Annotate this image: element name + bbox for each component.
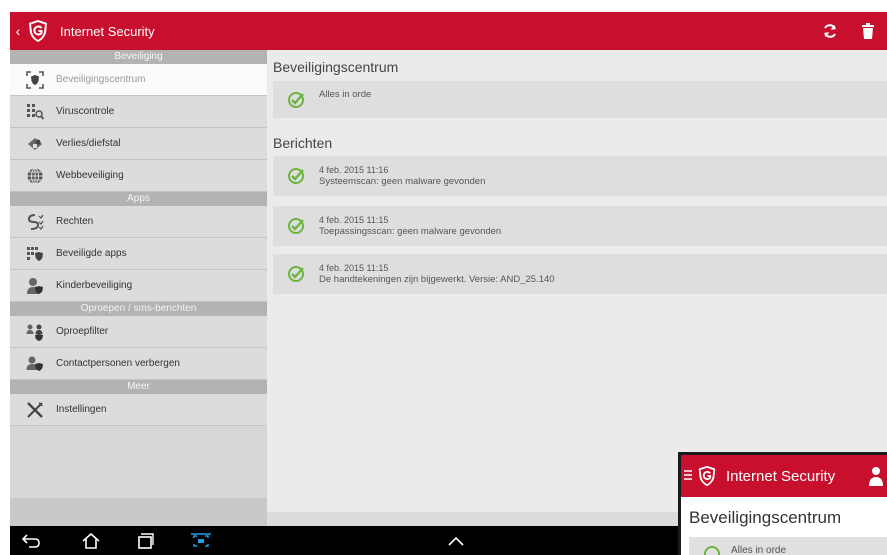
message-date: 4 feb. 2015 11:15: [319, 263, 389, 273]
gdata-logo-icon[interactable]: [696, 465, 718, 487]
sidebar-item-beveiligde-apps[interactable]: Beveiligde apps: [10, 238, 267, 270]
trash-icon[interactable]: [857, 20, 879, 42]
phone-status-text: Alles in orde: [731, 544, 787, 555]
virus-scan-icon: [26, 103, 44, 121]
hide-contacts-icon: [26, 355, 44, 373]
sidebar-header-oproepen: Oproepen / sms-berichten: [10, 302, 267, 316]
sidebar-item-beveiligingscentrum[interactable]: Beveiligingscentrum: [10, 64, 267, 96]
sidebar-footer: [10, 498, 267, 526]
app-bar: ‹ Internet Security: [10, 12, 887, 50]
sidebar-item-label: Beveiligde apps: [56, 248, 127, 259]
profile-action-icon[interactable]: [867, 466, 885, 486]
message-text: Systeemscan: geen malware gevonden: [319, 176, 486, 187]
sidebar-item-contactpersonen-verbergen[interactable]: Contactpersonen verbergen: [10, 348, 267, 380]
sidebar-header-apps: Apps: [10, 192, 267, 206]
sidebar-item-label: Beveiligingscentrum: [56, 74, 146, 85]
status-card[interactable]: Alles in orde: [273, 81, 887, 118]
message-card[interactable]: 4 feb. 2015 11:15 Toepassingsscan: geen m…: [273, 206, 887, 246]
message-date: 4 feb. 2015 11:16: [319, 165, 389, 175]
message-date: 4 feb. 2015 11:15: [319, 215, 389, 225]
sidebar: Beveiliging Beveiligingscentrum Viruscon…: [10, 50, 267, 526]
sidebar-item-label: Verlies/diefstal: [56, 138, 121, 149]
message-card[interactable]: 4 feb. 2015 11:16 Systeemscan: geen malwa…: [273, 156, 887, 196]
recent-apps-icon[interactable]: [134, 531, 156, 551]
status-text: Alles in orde: [319, 88, 372, 100]
sidebar-item-label: Oproepfilter: [56, 326, 109, 337]
sidebar-item-rechten[interactable]: Rechten: [10, 206, 267, 238]
check-icon: [288, 218, 304, 234]
check-icon: [288, 266, 304, 282]
sidebar-item-label: Contactpersonen verbergen: [56, 358, 180, 369]
sidebar-item-viruscontrole[interactable]: Viruscontrole: [10, 96, 267, 128]
sidebar-item-label: Rechten: [56, 216, 94, 227]
sidebar-item-label: Viruscontrole: [56, 106, 115, 117]
permissions-icon: [26, 213, 44, 231]
message-text: Toepassingsscan: geen malware gevonden: [319, 226, 502, 237]
sidebar-item-verlies-diefstal[interactable]: Verlies/diefstal: [10, 128, 267, 160]
child-protection-icon: [26, 277, 44, 295]
gdata-logo-icon[interactable]: [26, 19, 50, 43]
globe-icon: [26, 167, 44, 185]
sidebar-item-kinderbeveiliging[interactable]: Kinderbeveiliging: [10, 270, 267, 302]
sidebar-header-beveiliging: Beveiliging: [10, 50, 267, 64]
call-filter-icon: [26, 323, 44, 341]
phone-app-bar: Internet Security: [681, 455, 887, 497]
sidebar-header-meer: Meer: [10, 380, 267, 394]
back-chevron-icon[interactable]: ‹: [12, 23, 24, 39]
sidebar-item-label: Instellingen: [56, 404, 107, 415]
refresh-icon[interactable]: [819, 20, 841, 42]
settings-tools-icon: [26, 401, 44, 419]
check-icon: [288, 91, 304, 108]
phone-section-title: Beveiligingscentrum: [689, 508, 842, 527]
phone-app-title: Internet Security: [726, 467, 836, 485]
phone-status-card[interactable]: Alles in orde: [689, 537, 887, 555]
secured-apps-icon: [26, 245, 44, 263]
app-title: Internet Security: [60, 23, 155, 39]
messages-section-title: Berichten: [273, 135, 333, 151]
theft-icon: [26, 135, 44, 153]
status-section-title: Beveiligingscentrum: [273, 59, 399, 75]
sidebar-item-oproepfilter[interactable]: Oproepfilter: [10, 316, 267, 348]
message-text: De handtekeningen zijn bijgewerkt. Versi…: [319, 274, 555, 285]
phone-preview-overlay: Internet Security Beveiligingscentrum Al…: [678, 452, 887, 555]
home-icon[interactable]: [80, 531, 102, 551]
check-icon: [288, 168, 304, 184]
check-icon: [704, 546, 720, 555]
shield-target-icon: [26, 70, 44, 89]
sidebar-item-webbeveiliging[interactable]: Webbeveiliging: [10, 160, 267, 192]
chevron-up-icon[interactable]: [445, 531, 467, 551]
sidebar-item-label: Kinderbeveiliging: [56, 280, 133, 291]
message-card[interactable]: 4 feb. 2015 11:15 De handtekeningen zijn …: [273, 254, 887, 294]
back-icon[interactable]: [20, 531, 42, 551]
screenshot-icon[interactable]: [188, 531, 214, 551]
sidebar-item-label: Webbeveiliging: [56, 170, 124, 181]
sidebar-item-instellingen[interactable]: Instellingen: [10, 394, 267, 426]
menu-icon[interactable]: [684, 468, 694, 484]
